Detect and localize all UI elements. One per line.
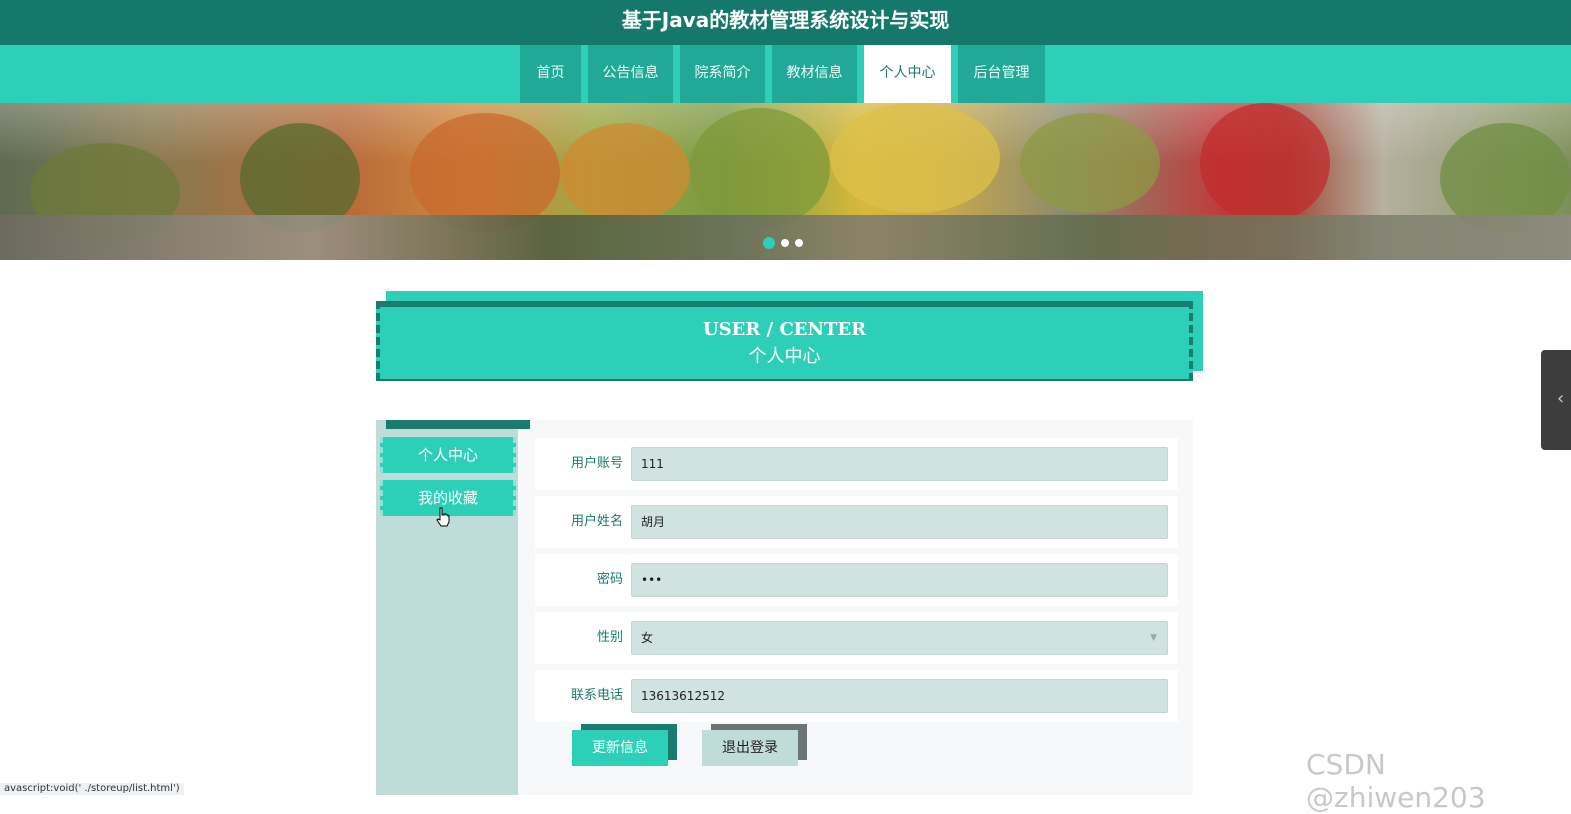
phone-input[interactable]: 13613612512 [631, 679, 1168, 713]
section-title-en: USER / CENTER [702, 319, 867, 340]
section-title-cn: 个人中心 [748, 346, 821, 367]
sidebar-item-user-center[interactable]: 个人中心 [380, 437, 516, 473]
nav-item-notices[interactable]: 公告信息 [588, 45, 673, 103]
hand-cursor-icon [436, 507, 450, 527]
nav-item-textbooks[interactable]: 教材信息 [772, 45, 857, 103]
gender-select[interactable]: 女 ▼ [631, 621, 1168, 655]
name-input[interactable]: 胡月 [631, 505, 1168, 539]
gender-label: 性别 [596, 630, 623, 645]
form-row-name: 用户姓名 胡月 [535, 496, 1178, 548]
sidebar: 个人中心 我的收藏 [376, 420, 530, 795]
gender-value: 女 [641, 631, 654, 645]
form-row-password: 密码 ••• [535, 554, 1178, 606]
form-row-gender: 性别 女 ▼ [535, 612, 1178, 664]
nav-item-user-center[interactable]: 个人中心 [864, 45, 951, 103]
carousel-dot-2[interactable] [781, 239, 789, 247]
form-row-account: 用户账号 111 [535, 438, 1178, 490]
account-label: 用户账号 [570, 456, 623, 471]
chevron-down-icon: ▼ [1150, 633, 1157, 643]
profile-form: 用户账号 111 用户姓名 胡月 密码 ••• 性别 女 ▼ 联系电话 1361… [535, 438, 1178, 728]
main-nav: 首页 公告信息 院系简介 教材信息 个人中心 后台管理 [0, 45, 1571, 103]
nav-item-admin[interactable]: 后台管理 [958, 45, 1045, 103]
user-center-panel: 个人中心 我的收藏 用户账号 111 用户姓名 胡月 密码 ••• 性别 女 ▼… [376, 420, 1193, 795]
side-drawer-toggle[interactable]: ‹ [1541, 350, 1571, 450]
logout-button[interactable]: 退出登录 [702, 730, 798, 766]
update-button[interactable]: 更新信息 [572, 730, 668, 766]
banner-carousel [0, 103, 1571, 260]
carousel-dot-3[interactable] [795, 239, 803, 247]
status-bar-url: avascript:void(' ./storeup/list.html') [0, 783, 184, 795]
nav-item-home[interactable]: 首页 [520, 45, 581, 103]
site-title: 基于Java的教材管理系统设计与实现 [0, 0, 1571, 45]
watermark: CSDN @zhiwen203 [1306, 748, 1486, 814]
chevron-left-icon: ‹ [1557, 388, 1565, 409]
name-label: 用户姓名 [570, 514, 623, 529]
phone-label: 联系电话 [570, 688, 623, 703]
carousel-dot-1[interactable] [763, 237, 775, 249]
form-row-phone: 联系电话 13613612512 [535, 670, 1178, 722]
password-input[interactable]: ••• [631, 563, 1168, 597]
password-label: 密码 [596, 572, 623, 587]
account-input[interactable]: 111 [631, 447, 1168, 481]
section-header: USER / CENTER 个人中心 [376, 291, 1203, 381]
nav-item-departments[interactable]: 院系简介 [680, 45, 765, 103]
carousel-dots [763, 237, 803, 249]
